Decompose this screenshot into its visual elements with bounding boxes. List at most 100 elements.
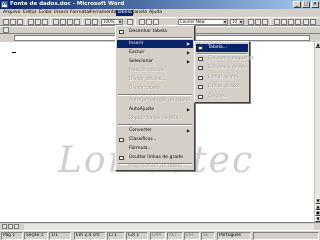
status-pages: 1/1 — [49, 232, 71, 240]
menu-item-dividir-celulas[interactable]: Dividir células... — [117, 76, 193, 84]
menu-item-autoformatacao[interactable]: AutoFormatação da tabela... — [117, 97, 194, 105]
align-left-icon[interactable] — [274, 19, 280, 25]
status-alt[interactable]: ALT — [167, 232, 183, 240]
submenu-item-tabela[interactable]: Tabela... — [196, 44, 248, 52]
status-bar: Pág 1 Seção 1 1/1 Em 2,4 cm Li 1 Col 1 G… — [0, 230, 320, 240]
bold-format-icon[interactable] — [248, 19, 254, 25]
maximize-button[interactable]: □ — [302, 1, 310, 8]
status-column: Col 1 — [126, 232, 148, 240]
menu-item-converter[interactable]: Converter ▶ — [117, 127, 193, 135]
align-right-icon[interactable] — [288, 19, 294, 25]
toolbar-separator — [270, 19, 271, 25]
align-center-icon[interactable] — [281, 19, 287, 25]
status-position: Em 2,4 cm — [74, 232, 106, 240]
copy-icon[interactable] — [60, 19, 66, 25]
status-page: Pág 1 — [1, 232, 23, 240]
zoom-value: 100% — [103, 19, 115, 24]
toolbar-separator — [50, 19, 51, 25]
font-size-value: 10 — [232, 19, 238, 24]
status-ovr[interactable]: SE — [201, 232, 215, 240]
submenu-arrow-icon: ▶ — [186, 107, 190, 112]
underline-format-icon[interactable] — [262, 19, 268, 25]
print-preview-icon[interactable] — [35, 19, 41, 25]
menu-ferramentas[interactable]: Ferramentas — [90, 10, 119, 16]
menu-item-inserir[interactable]: Inserir ▶ — [117, 40, 193, 48]
italic-format-icon[interactable] — [255, 19, 261, 25]
justify-icon[interactable] — [295, 19, 301, 25]
tab-selector-icon[interactable] — [3, 27, 9, 33]
menu-tabela[interactable]: Tabela — [116, 10, 133, 16]
vertical-scrollbar[interactable]: ▲ ▼ ▲ ● ▼ — [314, 42, 320, 222]
menu-item-repetir-titulo[interactable]: Repetir linhas de título — [117, 115, 193, 123]
menu-ajuda[interactable]: Ajuda — [149, 10, 162, 16]
minimize-button[interactable]: _ — [293, 1, 301, 8]
undo-icon[interactable] — [85, 19, 91, 25]
chevron-down-icon[interactable]: ▼ — [239, 20, 243, 24]
insert-submenu: Tabela... Colunas à esquerda Colunas à d… — [194, 41, 253, 103]
submenu-item-linhas-abaixo[interactable]: Linhas abaixo — [196, 83, 248, 91]
menu-exibir[interactable]: Exibir — [39, 10, 52, 16]
chevron-down-icon[interactable]: ▼ — [118, 20, 122, 24]
submenu-arrow-icon: ▶ — [186, 41, 190, 46]
table-menu: Desenhar tabela Inserir ▶ Excluir ▶ Seleci… — [115, 25, 195, 171]
cut-icon[interactable] — [53, 19, 59, 25]
insert-cells-icon — [198, 95, 203, 99]
window-title: Fonte de dados.doc - Microsoft Word — [10, 1, 125, 7]
open-icon[interactable] — [10, 19, 16, 25]
scroll-up-icon[interactable]: ▲ — [315, 42, 320, 48]
menu-item-mesclar-celulas[interactable]: Mesclar células — [117, 67, 193, 75]
status-language: Português — [217, 232, 251, 240]
submenu-item-celulas[interactable]: Células... — [196, 93, 248, 101]
menu-item-excluir[interactable]: Excluir ▶ — [117, 49, 193, 57]
print-icon[interactable] — [28, 19, 34, 25]
font-value: Courier New — [180, 19, 205, 24]
title-bar: W Fonte de dados.doc - Microsoft Word _ … — [0, 0, 320, 9]
submenu-item-colunas-esquerda[interactable]: Colunas à esquerda — [196, 55, 253, 63]
insert-rows-above-icon — [198, 76, 203, 80]
submenu-item-linhas-acima[interactable]: Linhas acima — [196, 74, 248, 82]
insert-rows-below-icon — [198, 85, 203, 89]
normal-view-icon[interactable] — [2, 224, 7, 229]
web-layout-icon[interactable] — [8, 224, 13, 229]
format-painter-icon[interactable] — [74, 19, 80, 25]
close-button[interactable]: × — [311, 1, 319, 8]
menu-item-selecionar[interactable]: Selecionar ▶ — [117, 58, 193, 66]
sort-icon — [119, 138, 124, 142]
gridlines-icon — [119, 156, 124, 160]
save-icon[interactable] — [17, 19, 23, 25]
menu-bar: Arquivo Editar Exibir Inserir Formatar F… — [0, 9, 320, 17]
print-layout-icon[interactable] — [14, 224, 19, 229]
draw-table-icon — [119, 30, 124, 34]
menu-item-propriedades-tabela[interactable]: Propriedades da tabela... — [117, 163, 193, 171]
menu-editar[interactable]: Editar — [23, 10, 37, 16]
menu-item-classificar[interactable]: Classificar... — [117, 136, 193, 144]
highlight-icon[interactable] — [303, 19, 309, 25]
submenu-arrow-icon: ▶ — [186, 128, 190, 133]
toolbar-separator — [25, 19, 26, 25]
chevron-down-icon[interactable]: ▼ — [223, 20, 227, 24]
status-section: Seção 1 — [24, 232, 48, 240]
menu-item-autoajuste[interactable]: AutoAjuste ▶ — [117, 106, 193, 114]
menu-item-formula[interactable]: Fórmula... — [117, 145, 193, 153]
redo-icon[interactable] — [92, 19, 98, 25]
status-ext[interactable]: EST — [184, 232, 200, 240]
horizontal-scrollbar[interactable] — [0, 222, 320, 230]
font-color-icon[interactable] — [310, 19, 316, 25]
menu-formatar[interactable]: Formatar — [70, 10, 91, 16]
submenu-item-colunas-direita[interactable]: Colunas à direita — [196, 64, 248, 72]
font-size-select[interactable]: 10 ▼ — [230, 19, 244, 25]
status-rec[interactable]: GRA — [150, 232, 166, 240]
menu-inserir[interactable]: Inserir — [54, 10, 69, 16]
menu-arquivo[interactable]: Arquivo — [3, 10, 21, 16]
menu-separator — [118, 124, 192, 126]
menu-item-dividir-tabela[interactable]: Dividir tabela — [117, 85, 193, 93]
spelling-icon[interactable] — [42, 19, 48, 25]
paste-icon[interactable] — [67, 19, 73, 25]
word-app-icon[interactable]: W — [1, 1, 8, 8]
menu-item-desenhar-tabela[interactable]: Desenhar tabela — [117, 28, 193, 36]
menu-item-ocultar-linhas-grade[interactable]: Ocultar linhas de grade — [117, 154, 193, 162]
menu-janela[interactable]: Janela — [133, 10, 147, 16]
menu-separator — [118, 94, 192, 96]
new-document-icon[interactable] — [3, 19, 9, 25]
status-extra — [253, 232, 319, 240]
